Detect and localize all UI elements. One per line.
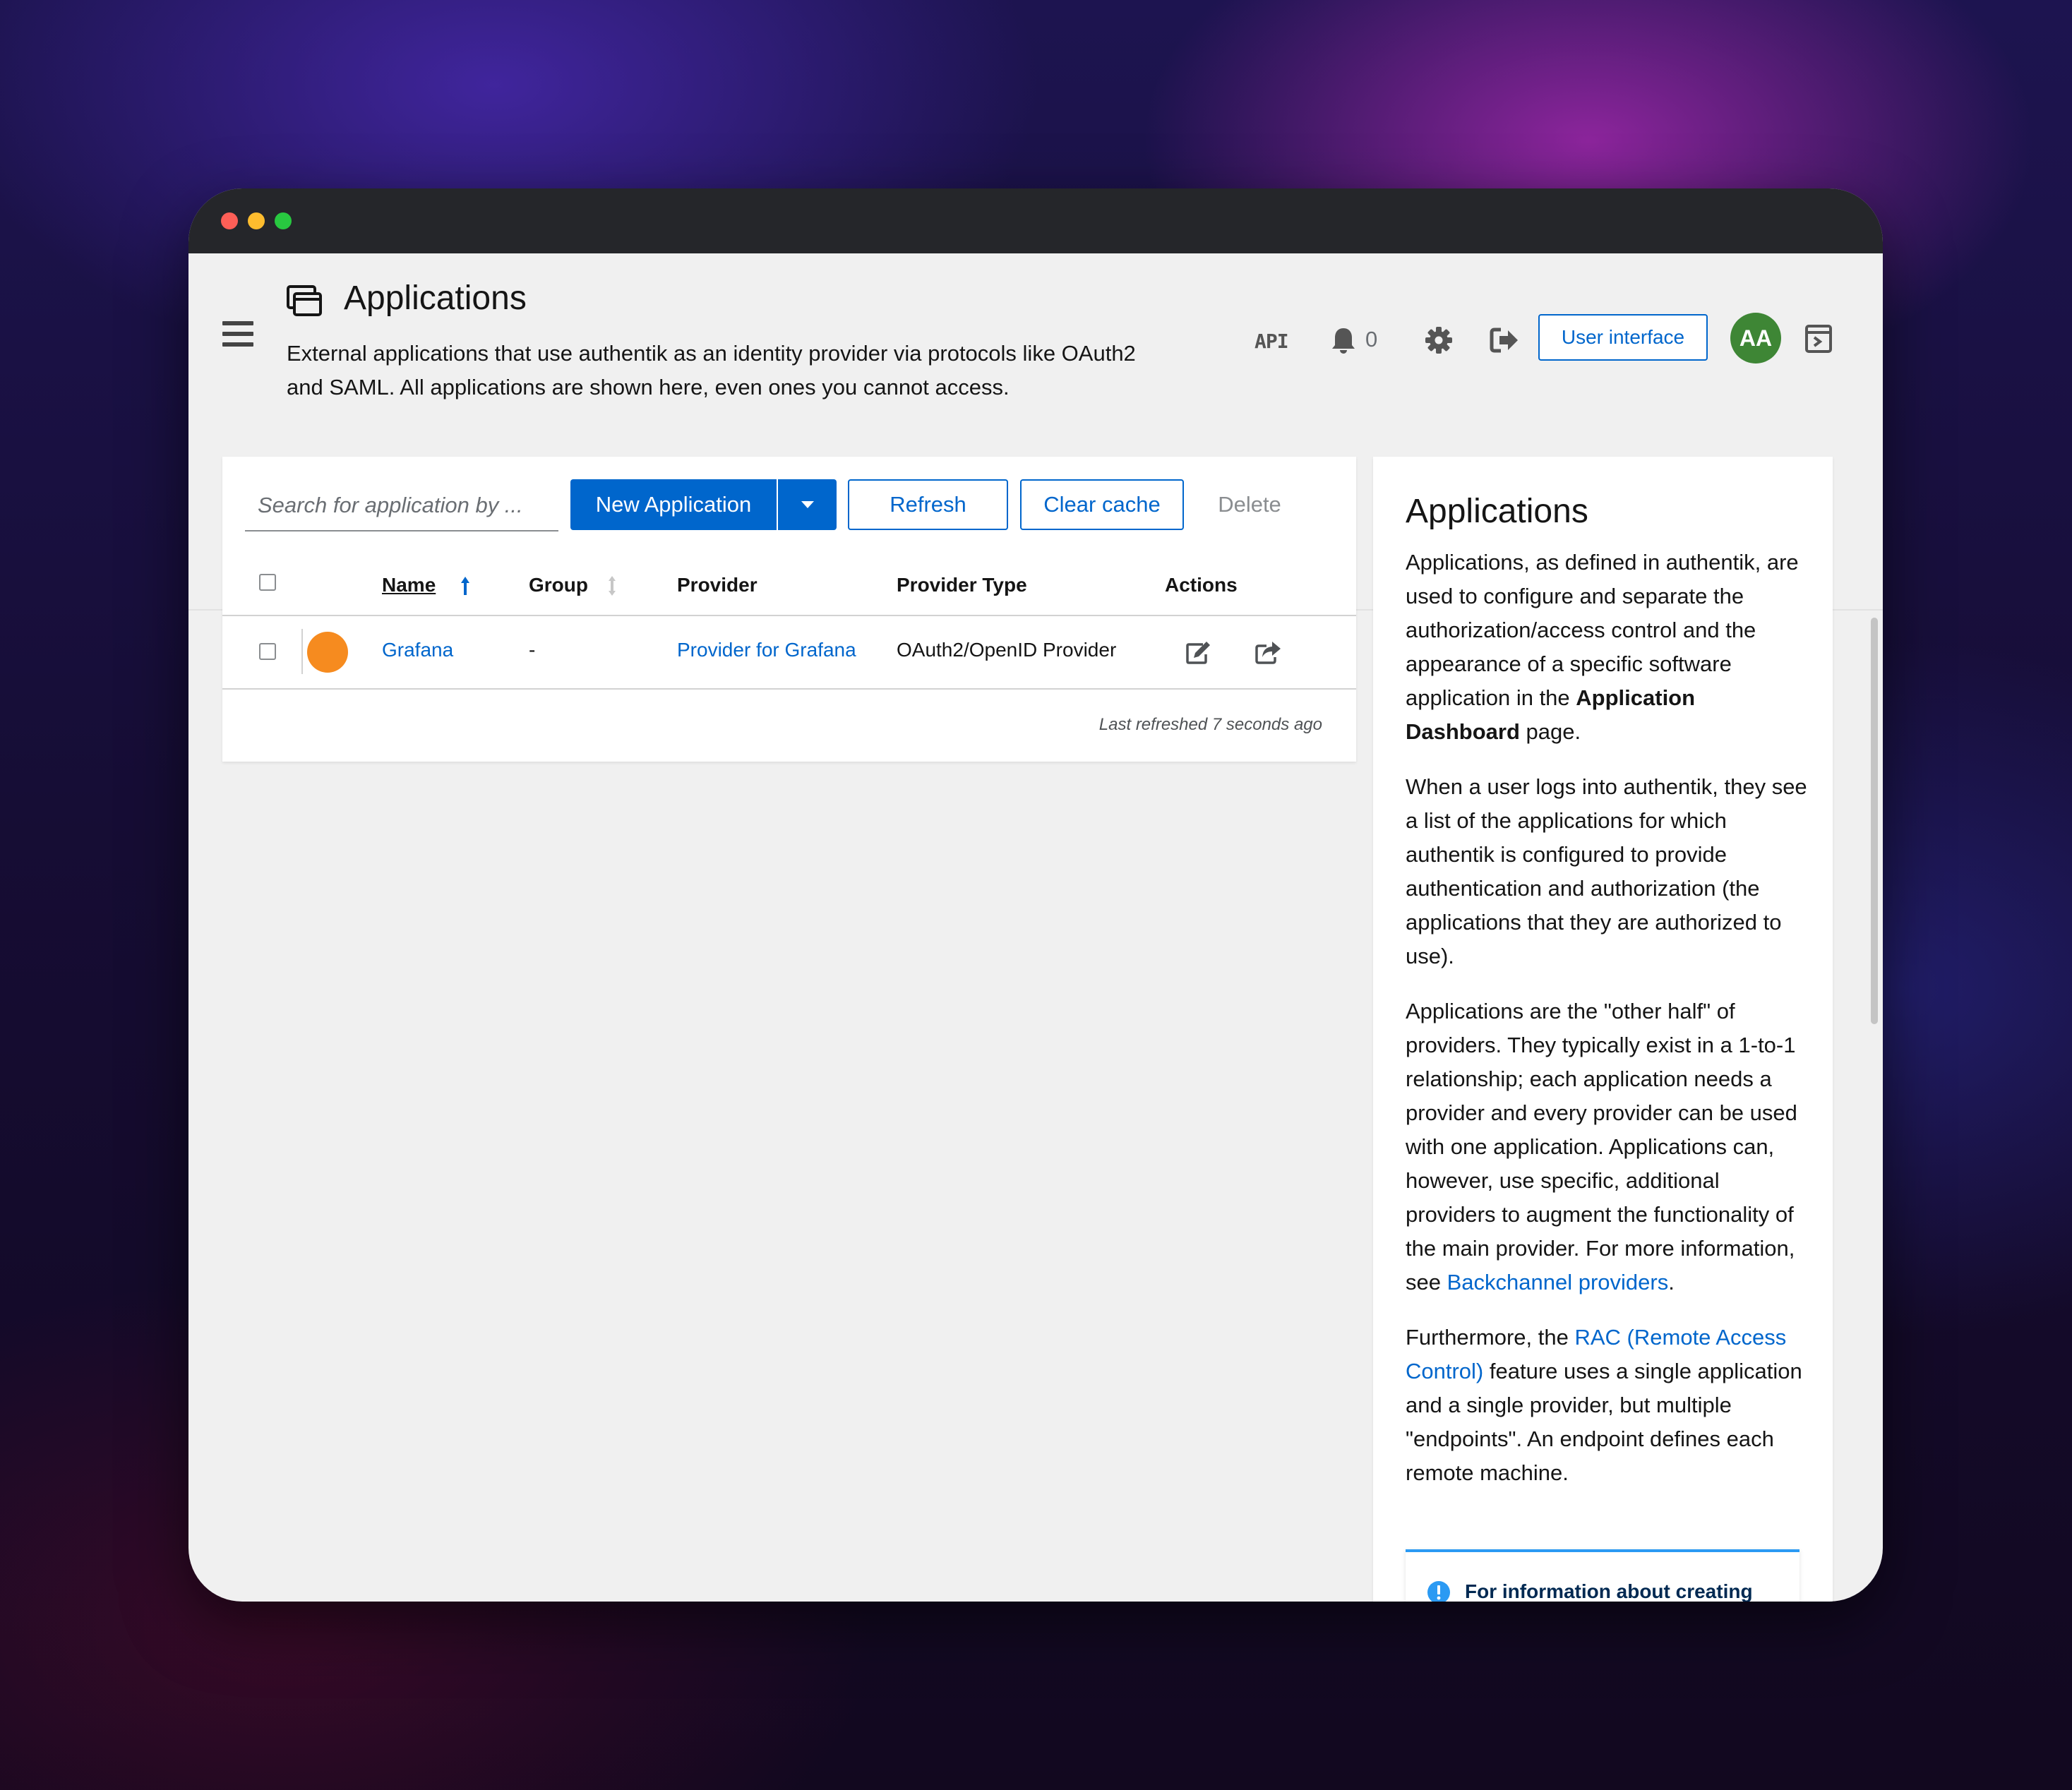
sidebar-text: . [1668, 1270, 1675, 1295]
provider-link[interactable]: Provider for Grafana [677, 639, 856, 661]
clear-cache-button[interactable]: Clear cache [1020, 479, 1184, 530]
row-checkbox[interactable] [259, 643, 276, 660]
column-header-actions: Actions [1165, 574, 1238, 596]
table-divider [222, 615, 1356, 616]
column-header-provider: Provider [677, 574, 757, 596]
provider-type: OAuth2/OpenID Provider [897, 639, 1117, 661]
search-input[interactable] [245, 481, 558, 531]
edit-icon[interactable] [1186, 640, 1211, 664]
sort-ascending-icon[interactable] [460, 575, 471, 596]
applications-icon [287, 285, 322, 316]
app-name-link[interactable]: Grafana [382, 639, 453, 661]
grafana-app-logo [307, 632, 348, 673]
info-icon [1427, 1581, 1450, 1602]
select-all-checkbox[interactable] [259, 574, 276, 591]
browser-window: Applications External applications that … [188, 188, 1883, 1602]
sidebar-title: Applications [1406, 493, 1588, 530]
minimize-window-button[interactable] [248, 212, 265, 229]
alert-title: For information about creating [1465, 1580, 1753, 1602]
open-app-icon[interactable] [1255, 640, 1282, 664]
sidebar-paragraph: When a user logs into authentik, they se… [1406, 774, 1807, 968]
api-browser-button[interactable]: API [1254, 330, 1289, 353]
column-header-provider-type: Provider Type [897, 574, 1027, 596]
menu-icon[interactable] [222, 321, 253, 349]
page-description: External applications that use authentik… [287, 341, 1136, 400]
sidebar-paragraph: Applications, as defined in authentik, a… [1406, 546, 1808, 749]
sidebar-paragraph: Furthermore, the RAC (Remote Access Cont… [1406, 1321, 1808, 1490]
applications-table-card: New Application Refresh Clear cache Dele… [222, 457, 1356, 762]
backchannel-providers-link[interactable]: Backchannel providers [1447, 1270, 1669, 1295]
column-header-group[interactable]: Group [529, 574, 588, 596]
page-title: Applications [344, 280, 527, 317]
new-application-dropdown-toggle[interactable] [778, 479, 837, 530]
maximize-window-button[interactable] [275, 212, 292, 229]
sort-icon[interactable] [606, 575, 618, 596]
avatar[interactable]: AA [1730, 313, 1781, 364]
app-group: - [529, 639, 536, 661]
user-interface-button[interactable]: User interface [1538, 314, 1708, 361]
sidebar-text: Applications are the "other half" of pro… [1406, 999, 1797, 1295]
refresh-button[interactable]: Refresh [848, 479, 1008, 530]
delete-button[interactable]: Delete [1197, 479, 1303, 530]
column-header-name[interactable]: Name [382, 574, 436, 596]
help-sidebar: Applications Applications, as defined in… [1373, 457, 1833, 1602]
sidebar-text: Furthermore, the [1406, 1325, 1575, 1350]
last-refreshed-text: Last refreshed 7 seconds ago [1098, 715, 1322, 734]
window-titlebar [188, 188, 1883, 253]
gear-icon[interactable] [1424, 325, 1454, 355]
caret-down-icon [801, 501, 814, 508]
close-window-button[interactable] [221, 212, 238, 229]
scrollbar-thumb[interactable] [1871, 618, 1878, 1024]
logout-icon[interactable] [1490, 326, 1519, 354]
info-alert: For information about creating [1406, 1549, 1799, 1602]
sidebar-body: Applications, as defined in authentik, a… [1406, 546, 1808, 1511]
table-divider [222, 688, 1356, 690]
sidebar-text: page. [1519, 719, 1581, 744]
bell-icon[interactable] [1331, 327, 1356, 355]
drawer-icon[interactable] [1804, 324, 1833, 354]
notification-count: 0 [1365, 327, 1378, 352]
row-divider [301, 629, 303, 674]
new-application-button[interactable]: New Application [570, 479, 777, 530]
sidebar-paragraph: Applications are the "other half" of pro… [1406, 995, 1808, 1299]
